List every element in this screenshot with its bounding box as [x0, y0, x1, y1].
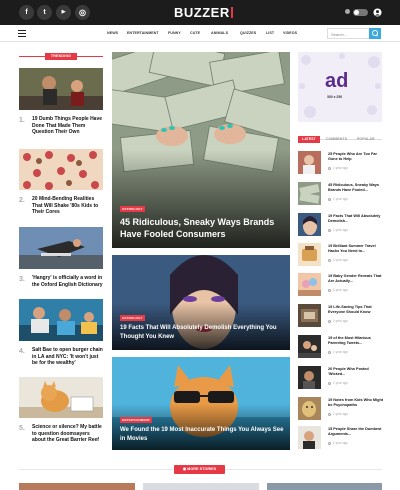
latest-meta: 1 year ago	[328, 441, 348, 445]
latest-title[interactable]: 25 People Who Are Too Far Gone to Help	[328, 152, 384, 162]
latest-meta: 1 year ago	[328, 319, 348, 323]
trending-title[interactable]: Salt Bae to open burger chain in LA and …	[32, 347, 104, 367]
more-story-thumb[interactable]	[143, 483, 259, 490]
featured-card-2[interactable]: ASTROLOGY 19 Facts That Will Absolutely …	[112, 255, 290, 350]
tab-latest[interactable]: LATEST	[298, 136, 320, 143]
category-badge[interactable]: ASTROLOGY	[120, 206, 145, 212]
latest-meta: 1 year ago	[328, 258, 348, 262]
latest-title[interactable]: 19 Baby Gender Reveals That Are Actually…	[328, 274, 384, 284]
latest-meta: 1 year ago	[328, 288, 348, 292]
trending-thumb-5[interactable]	[19, 377, 103, 418]
featured-card-1[interactable]: ASTROLOGY 45 Ridiculous, Sneaky Ways Bra…	[112, 52, 290, 248]
latest-title[interactable]: 19 Brilliant Summer Travel Hacks You Nee…	[328, 244, 384, 254]
latest-title[interactable]: 19 Life-Saving Tips That Everyone Should…	[328, 305, 384, 315]
youtube-icon[interactable]: ▶	[56, 5, 71, 20]
featured-card-3[interactable]: ENTERTAINMENT We Found the 19 Most Inacc…	[112, 357, 290, 450]
nav-item-animals[interactable]: ANIMALS	[211, 31, 228, 35]
dark-mode-toggle[interactable]	[353, 9, 368, 16]
ad-banner[interactable]: ad 300 x 250	[298, 52, 382, 122]
latest-thumb[interactable]	[298, 397, 321, 420]
latest-thumb[interactable]	[298, 304, 321, 327]
category-badge[interactable]: ENTERTAINMENT	[120, 417, 153, 423]
search-input[interactable]: Search...	[327, 28, 370, 39]
nav-item-news[interactable]: NEWS	[107, 31, 118, 35]
trending-thumb-1[interactable]	[19, 68, 103, 110]
nav-item-list[interactable]: LIST	[266, 31, 274, 35]
trending-thumb-3[interactable]	[19, 227, 103, 269]
ad-text: ad	[325, 70, 349, 92]
featured-title[interactable]: 45 Ridiculous, Sneaky Ways Brands Have F…	[120, 216, 282, 240]
nav-item-videos[interactable]: VIDEOS	[283, 31, 297, 35]
more-story-thumb[interactable]	[267, 483, 382, 490]
category-badge[interactable]: ASTROLOGY	[120, 315, 145, 321]
trending-number: 1.	[19, 117, 25, 124]
latest-thumb[interactable]	[298, 335, 321, 358]
user-icon[interactable]	[373, 8, 382, 17]
latest-title[interactable]: 19 Facts That Will Absolutely Demolish..…	[328, 214, 384, 224]
latest-meta: 1 year ago	[328, 228, 348, 232]
featured-title[interactable]: We Found the 19 Most Inaccurate Things Y…	[120, 426, 286, 444]
latest-meta: 1 year ago	[328, 166, 348, 170]
latest-meta: 1 year ago	[328, 350, 348, 354]
search-button[interactable]	[369, 28, 381, 39]
trending-title[interactable]: 19 Dumb Things People Have Done That Mad…	[32, 116, 104, 136]
latest-title[interactable]: 19 Notes from Kids Who Might be Psychopa…	[328, 398, 384, 408]
latest-title[interactable]: 15 People Share the Dumbest Arguments...	[328, 427, 384, 437]
latest-thumb[interactable]	[298, 426, 321, 449]
trending-thumb-4[interactable]	[19, 299, 103, 341]
trending-thumb-2[interactable]	[19, 149, 103, 190]
trending-number: 2.	[19, 197, 25, 204]
trending-title[interactable]: 'Hangry' is officially a word in the Oxf…	[32, 275, 104, 288]
latest-meta: 1 year ago	[328, 412, 348, 416]
trending-number: 3.	[19, 276, 25, 283]
featured-title[interactable]: 19 Facts That Will Absolutely Demolish E…	[120, 324, 282, 342]
latest-thumb[interactable]	[298, 243, 321, 266]
trending-label: TRENDING	[45, 53, 77, 60]
latest-thumb[interactable]	[298, 273, 321, 296]
latest-title[interactable]: 19 of the Most Hilarious Parenting Tweet…	[328, 336, 384, 346]
ad-size: 300 x 250	[327, 95, 343, 99]
latest-thumb[interactable]	[298, 213, 321, 236]
top-bar: f t ▶ ◎ BUZZER	[0, 0, 400, 25]
nav-item-quizzes[interactable]: QUIZZES	[240, 31, 256, 35]
latest-meta: 1 year ago	[328, 381, 348, 385]
nav-item-cute[interactable]: CUTE	[190, 31, 200, 35]
main-nav: NEWS ENTERTAINMENT FUNNY CUTE ANIMALS QU…	[0, 25, 400, 42]
facebook-icon[interactable]: f	[19, 5, 34, 20]
more-stories-button[interactable]: ◉ MORE STORIES	[174, 465, 225, 474]
latest-thumb[interactable]	[298, 366, 321, 389]
latest-title[interactable]: 20 People Who Posted 'Wicked...	[328, 367, 384, 377]
tab-comments[interactable]: COMMENTS	[326, 136, 347, 143]
twitter-icon[interactable]: t	[37, 5, 52, 20]
latest-thumb[interactable]	[298, 182, 321, 205]
trending-title[interactable]: 20 Mind-Bending Realities That Will Shak…	[32, 196, 104, 216]
menu-icon[interactable]	[18, 30, 26, 37]
tab-popular[interactable]: POPULAR	[357, 136, 375, 143]
latest-meta: 1 year ago	[328, 197, 348, 201]
site-logo[interactable]: BUZZER	[174, 5, 233, 20]
nav-item-entertainment[interactable]: ENTERTAINMENT	[127, 31, 159, 35]
latest-thumb[interactable]	[298, 151, 321, 174]
trending-number: 5.	[19, 425, 25, 432]
sun-icon	[345, 9, 350, 14]
trending-title[interactable]: Science or silence? My battle to questio…	[32, 424, 104, 444]
trending-number: 4.	[19, 348, 25, 355]
nav-item-funny[interactable]: FUNNY	[168, 31, 181, 35]
latest-title[interactable]: 45 Ridiculous, Sneaky Ways Brands Have F…	[328, 183, 384, 193]
more-story-thumb[interactable]	[19, 483, 135, 490]
instagram-icon[interactable]: ◎	[75, 5, 90, 20]
